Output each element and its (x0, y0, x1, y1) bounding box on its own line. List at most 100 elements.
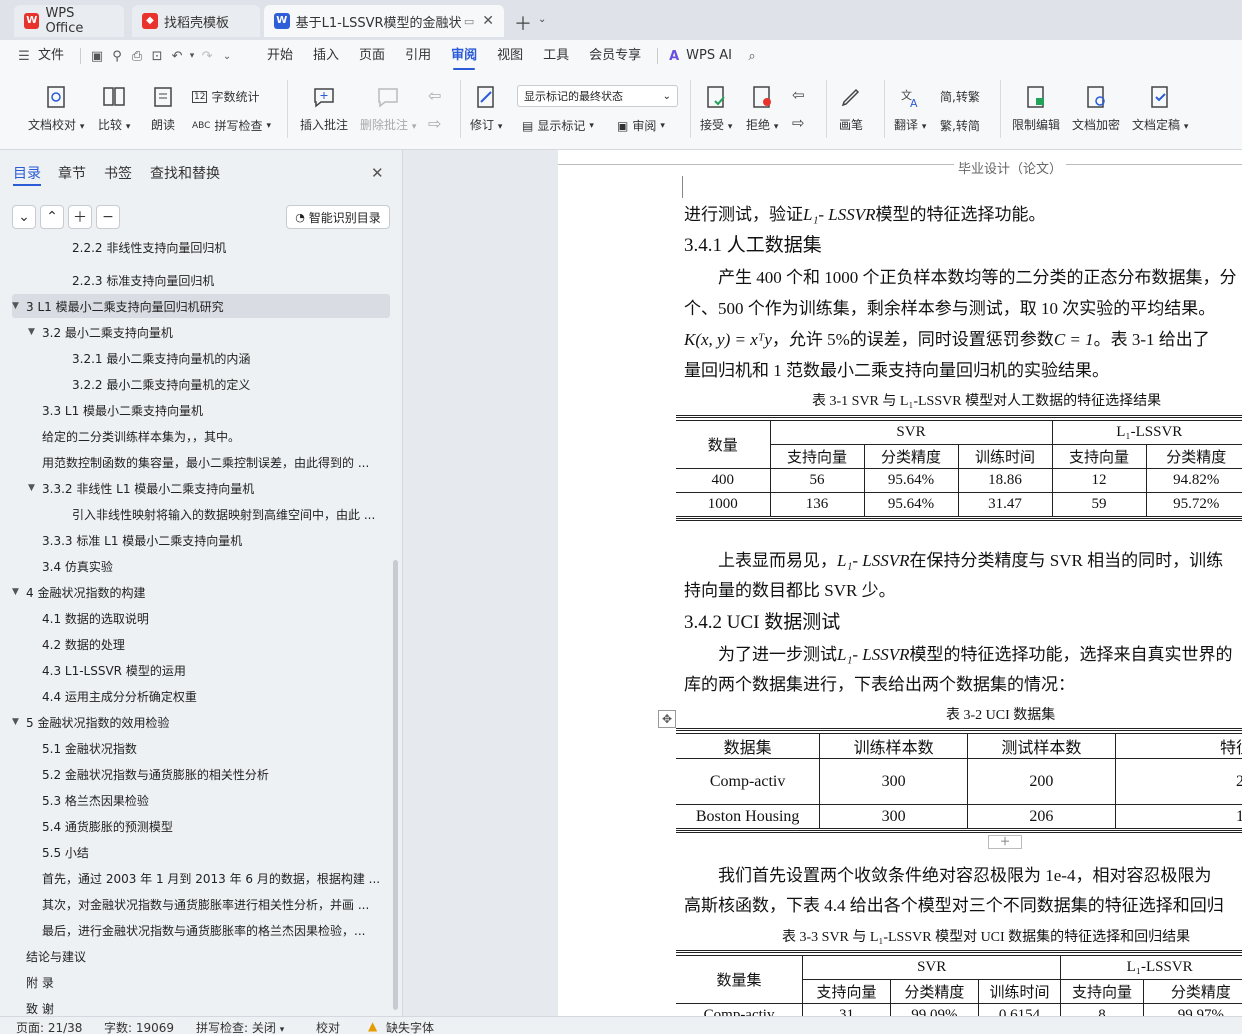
menu-member[interactable]: 会员专享 (579, 40, 651, 72)
toc-item[interactable]: 附 录 (12, 970, 390, 994)
search-icon[interactable]: ⌕ (742, 46, 762, 66)
toc-item[interactable]: 引入非线性映射将输入的数据映射到高维空间中，由此 ... (12, 502, 390, 526)
menu-review[interactable]: 审阅 (441, 40, 487, 72)
toc-item[interactable]: 5.1 金融状况指数 (12, 736, 390, 760)
print-preview-icon[interactable]: ⊡ (147, 46, 167, 66)
word-count-button[interactable]: 12 字数统计 (192, 88, 259, 105)
prev-comment-icon[interactable]: ⇦ (428, 86, 441, 105)
translate-button[interactable]: 文A 翻译 ▾ (894, 72, 926, 142)
next-comment-icon[interactable]: ⇨ (428, 114, 441, 133)
toc-item[interactable]: 5.2 金融状况指数与通货膨胀的相关性分析 (12, 762, 390, 786)
menu-view[interactable]: 视图 (487, 40, 533, 72)
show-markup-button[interactable]: ▤ 显示标记 ▾ (522, 117, 594, 134)
menu-hamburger-icon[interactable]: ☰ (14, 46, 34, 66)
toc-item[interactable]: 2.2.3 标准支持向量回归机 (12, 268, 390, 292)
collapse-all-button[interactable]: ⌄ (12, 205, 36, 229)
review-pane-button[interactable]: ▣ 审阅 ▾ (617, 117, 665, 134)
expand-toggle-icon[interactable]: ▼ (28, 483, 42, 493)
word-count-indicator[interactable]: 字数: 19069 (104, 1019, 174, 1034)
menu-references[interactable]: 引用 (395, 40, 441, 72)
nav-tab-find-replace[interactable]: 查找和替换 (150, 163, 220, 183)
more-chevron-icon[interactable]: ⌄ (217, 46, 237, 66)
toc-item[interactable]: 3.3.3 标准 L1 模最小二乘支持向量机 (12, 528, 390, 552)
expand-toggle-icon[interactable]: ▼ (28, 327, 42, 337)
toc-item[interactable]: 4.1 数据的选取说明 (12, 606, 390, 630)
toc-item[interactable]: 其次，对金融状况指数与通货膨胀率进行相关性分析，并画 ... (12, 892, 390, 916)
nav-tab-toc[interactable]: 目录 (13, 163, 41, 183)
missing-font-status[interactable]: 缺失字体 (386, 1019, 434, 1034)
insert-comment-button[interactable]: 插入批注 (300, 72, 348, 142)
toc-item[interactable]: 2.2.2 非线性支持向量回归机 (12, 242, 390, 256)
new-tab-icon[interactable]: ＋ (514, 10, 532, 36)
toc-item[interactable]: 3.3 L1 模最小二乘支持向量机 (12, 398, 390, 422)
spell-check-button[interactable]: ABC 拼写检查 ▾ (192, 117, 271, 134)
encrypt-button[interactable]: 文档加密 (1072, 72, 1120, 142)
finalize-button[interactable]: 文档定稿 ▾ (1132, 72, 1188, 142)
toc-item[interactable]: 4.4 运用主成分分析确定权重 (12, 684, 390, 708)
menu-tools[interactable]: 工具 (533, 40, 579, 72)
compare-button[interactable]: 比较 ▾ (98, 72, 130, 142)
to-simplified-button[interactable]: 繁,转简 (940, 117, 980, 134)
toc-item[interactable]: ▼ 3.3.2 非线性 L1 模最小二乘支持向量机 (12, 476, 390, 500)
close-tab-icon[interactable]: ✕ (482, 13, 494, 29)
nav-tab-chapters[interactable]: 章节 (58, 163, 86, 183)
tab-wps-office[interactable]: W WPS Office (14, 5, 124, 37)
toc-item[interactable]: 4.2 数据的处理 (12, 632, 390, 656)
reject-button[interactable]: 拒绝 ▾ (746, 72, 778, 142)
menu-home[interactable]: 开始 (257, 40, 303, 72)
redo-icon[interactable]: ↷ (197, 46, 217, 66)
toc-scrollbar[interactable] (393, 560, 398, 1010)
toc-item[interactable]: 4.3 L1-LSSVR 模型的运用 (12, 658, 390, 682)
pen-button[interactable]: 画笔 (838, 72, 864, 142)
tab-current-document[interactable]: W 基于L1-LSSVR模型的金融状况 ▭ ✕ (264, 5, 504, 37)
toc-item[interactable]: 结论与建议 (12, 944, 390, 968)
prev-revision-icon[interactable]: ⇦ (792, 86, 805, 104)
toc-item[interactable]: 5.5 小结 (12, 840, 390, 864)
expand-toggle-icon[interactable]: ▼ (12, 717, 26, 727)
doc-check-button[interactable]: 文档校对 ▾ (28, 72, 84, 142)
toc-item[interactable]: ▼ 5 金融状况指数的效用检验 (12, 710, 390, 734)
promote-heading-button[interactable]: ＋ (68, 205, 92, 229)
read-aloud-button[interactable]: 朗读 (150, 72, 176, 142)
menu-page[interactable]: 页面 (349, 40, 395, 72)
toc-item[interactable]: 用范数控制函数的集容量，最小二乘控制误差，由此得到的 ... (12, 450, 390, 474)
toc-item[interactable]: 3.4 仿真实验 (12, 554, 390, 578)
nav-tab-bookmarks[interactable]: 书签 (104, 163, 132, 183)
expand-toggle-icon[interactable]: ▼ (12, 587, 26, 597)
save-icon[interactable]: ▣ (87, 46, 107, 66)
smart-toc-button[interactable]: ◔ 智能识别目录 (286, 205, 390, 229)
undo-icon[interactable]: ↶ (167, 46, 187, 66)
toc-item[interactable]: 3.2.2 最小二乘支持向量机的定义 (12, 372, 390, 396)
page-indicator[interactable]: 页面: 21/38 (16, 1019, 82, 1034)
demote-heading-button[interactable]: − (96, 205, 120, 229)
toc-item[interactable]: 给定的二分类训练样本集为，，其中。 (12, 424, 390, 448)
menu-insert[interactable]: 插入 (303, 40, 349, 72)
toc-item[interactable]: 最后，进行金融状况指数与通货膨胀率的格兰杰因果检验，... (12, 918, 390, 942)
table-move-handle-icon[interactable]: ✥ (658, 710, 676, 728)
share-icon[interactable]: ⚲ (107, 46, 127, 66)
restrict-edit-button[interactable]: 限制编辑 (1012, 72, 1060, 142)
toc-item[interactable]: 首先，通过 2003 年 1 月到 2013 年 6 月的数据，根据构建 ... (12, 866, 390, 890)
add-row-button[interactable]: ＋ (988, 835, 1022, 849)
toc-item[interactable]: ▼ 3 L1 模最小二乘支持向量回归机研究 (12, 294, 390, 318)
proofread-status[interactable]: 校对 (316, 1019, 340, 1034)
revise-button[interactable]: 修订 ▾ (470, 72, 502, 142)
menu-file[interactable]: 文件 (34, 40, 74, 72)
markup-state-select[interactable]: 显示标记的最终状态 ⌄ (517, 85, 678, 107)
toc-item[interactable]: ▼ 3.2 最小二乘支持向量机 (12, 320, 390, 344)
undo-chevron-icon[interactable]: ▾ (187, 46, 197, 66)
toc-item[interactable]: 5.3 格兰杰因果检验 (12, 788, 390, 812)
tab-docer-templates[interactable]: ◆ 找稻壳模板 (132, 5, 260, 37)
print-icon[interactable]: ⎙ (127, 46, 147, 66)
toc-item[interactable]: 3.2.1 最小二乘支持向量机的内涵 (12, 346, 390, 370)
accept-button[interactable]: 接受 ▾ (700, 72, 732, 142)
tab-list-chevron-icon[interactable]: ⌄ (538, 14, 546, 25)
delete-comment-button[interactable]: 删除批注 ▾ (360, 72, 416, 142)
expand-toggle-icon[interactable]: ▼ (12, 301, 26, 311)
expand-up-button[interactable]: ⌃ (40, 205, 64, 229)
close-pane-icon[interactable]: ✕ (371, 164, 384, 182)
window-icon[interactable]: ▭ (464, 15, 474, 28)
menu-wps-ai[interactable]: WPS AI (684, 40, 742, 72)
toc-item[interactable]: ▼ 4 金融状况指数的构建 (12, 580, 390, 604)
next-revision-icon[interactable]: ⇨ (792, 114, 805, 132)
